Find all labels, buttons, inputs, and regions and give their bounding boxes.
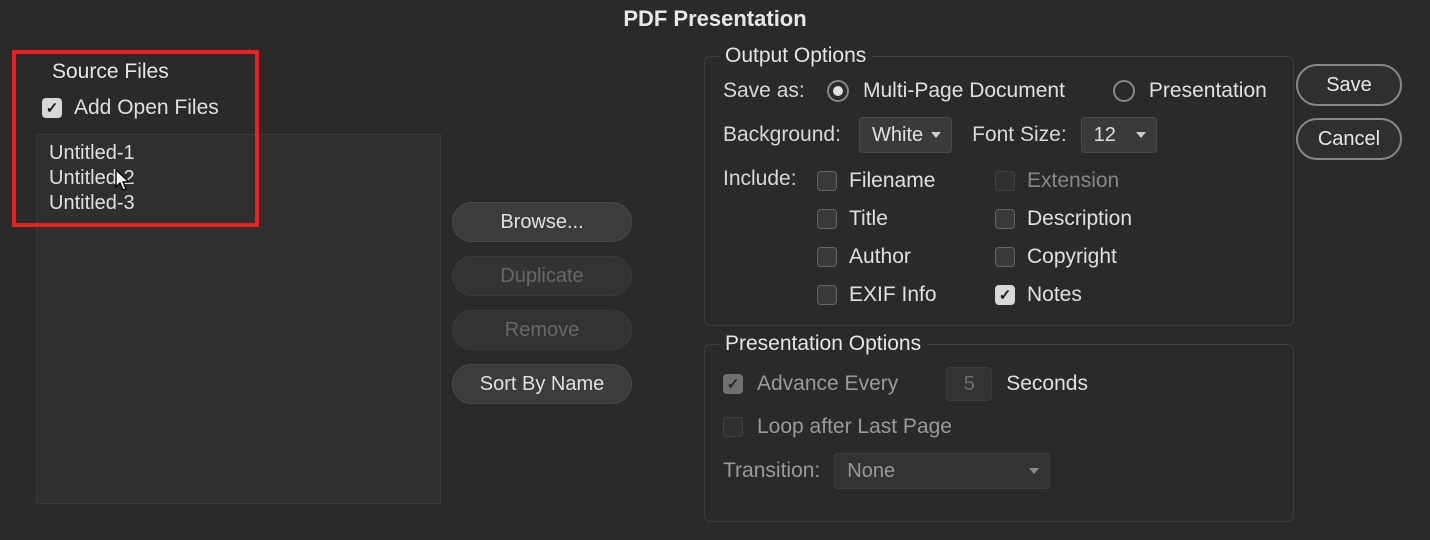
- source-panel: Source Files Add Open Files Untitled-1 U…: [12, 42, 672, 540]
- advance-checkbox: [723, 374, 743, 394]
- browse-button[interactable]: Browse...: [452, 202, 632, 242]
- file-list[interactable]: Untitled-1 Untitled-2 Untitled-3: [36, 134, 441, 504]
- advance-seconds-input: [946, 367, 992, 401]
- title-label: Title: [849, 207, 888, 231]
- duplicate-button[interactable]: Duplicate: [452, 256, 632, 296]
- output-options-title: Output Options: [719, 44, 872, 68]
- description-label: Description: [1027, 207, 1132, 231]
- save-button[interactable]: Save: [1296, 64, 1402, 106]
- description-checkbox[interactable]: [995, 209, 1015, 229]
- loop-label: Loop after Last Page: [757, 415, 952, 439]
- font-size-select[interactable]: 12: [1081, 117, 1157, 153]
- filename-label: Filename: [849, 169, 935, 193]
- list-item[interactable]: Untitled-2: [49, 166, 428, 191]
- output-options-group: Output Options Save as: Multi-Page Docum…: [704, 56, 1294, 326]
- transition-label: Transition:: [723, 459, 820, 483]
- background-select[interactable]: White: [859, 117, 952, 153]
- multi-page-label: Multi-Page Document: [863, 79, 1065, 103]
- copyright-label: Copyright: [1027, 245, 1117, 269]
- notes-checkbox[interactable]: [995, 285, 1015, 305]
- extension-checkbox: [995, 171, 1015, 191]
- source-files-title: Source Files: [52, 60, 452, 84]
- loop-checkbox: [723, 417, 743, 437]
- seconds-label: Seconds: [1006, 372, 1088, 396]
- copyright-checkbox[interactable]: [995, 247, 1015, 267]
- presentation-label: Presentation: [1149, 79, 1267, 103]
- list-item[interactable]: Untitled-3: [49, 191, 428, 216]
- presentation-options-title: Presentation Options: [719, 332, 927, 356]
- remove-button[interactable]: Remove: [452, 310, 632, 350]
- add-open-files-checkbox[interactable]: [42, 98, 62, 118]
- exif-checkbox[interactable]: [817, 285, 837, 305]
- author-label: Author: [849, 245, 911, 269]
- font-size-label: Font Size:: [972, 123, 1067, 147]
- add-open-files-label: Add Open Files: [74, 96, 219, 120]
- extension-label: Extension: [1027, 169, 1119, 193]
- window-title: PDF Presentation: [0, 0, 1430, 42]
- cancel-button[interactable]: Cancel: [1296, 118, 1402, 160]
- filename-checkbox[interactable]: [817, 171, 837, 191]
- exif-label: EXIF Info: [849, 283, 937, 307]
- transition-select: None: [834, 453, 1050, 489]
- title-checkbox[interactable]: [817, 209, 837, 229]
- advance-label: Advance Every: [757, 372, 898, 396]
- multi-page-radio[interactable]: [827, 80, 849, 102]
- author-checkbox[interactable]: [817, 247, 837, 267]
- sort-by-name-button[interactable]: Sort By Name: [452, 364, 632, 404]
- list-item[interactable]: Untitled-1: [49, 141, 428, 166]
- background-label: Background:: [723, 123, 845, 147]
- notes-label: Notes: [1027, 283, 1082, 307]
- include-label: Include:: [723, 167, 813, 191]
- save-as-label: Save as:: [723, 79, 813, 103]
- presentation-radio[interactable]: [1113, 80, 1135, 102]
- options-panel: Output Options Save as: Multi-Page Docum…: [684, 42, 1418, 540]
- presentation-options-group: Presentation Options Advance Every Secon…: [704, 344, 1294, 522]
